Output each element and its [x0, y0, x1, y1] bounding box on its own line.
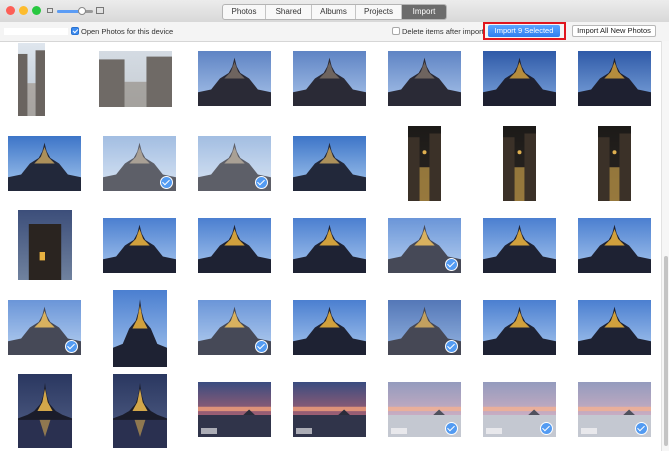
tab-shared[interactable]: Shared: [266, 5, 312, 19]
photo-thumbnail[interactable]: [113, 374, 167, 448]
photo-thumbnail[interactable]: [293, 51, 366, 106]
vertical-scrollbar[interactable]: [661, 41, 669, 451]
photo-thumbnail[interactable]: [578, 218, 651, 273]
close-window-button[interactable]: [6, 6, 15, 15]
delete-after-import-label: Delete items after import: [402, 27, 484, 36]
tab-projects[interactable]: Projects: [356, 5, 402, 19]
selected-checkmark-icon: [65, 340, 78, 353]
photo-thumbnail[interactable]: [578, 382, 651, 437]
device-name: [4, 28, 68, 35]
tab-photos[interactable]: Photos: [223, 5, 266, 19]
photo-thumbnail[interactable]: [503, 126, 536, 201]
photo-thumbnail[interactable]: [99, 51, 172, 107]
photo-thumbnail[interactable]: [18, 43, 45, 116]
zoom-window-button[interactable]: [32, 6, 41, 15]
photo-thumbnail[interactable]: [388, 382, 461, 437]
photo-thumbnail[interactable]: [18, 210, 72, 280]
watermark-icon: [581, 428, 597, 434]
selected-checkmark-icon: [255, 176, 268, 189]
selected-checkmark-icon: [445, 340, 458, 353]
photo-thumbnail[interactable]: [388, 51, 461, 106]
selected-checkmark-icon: [255, 340, 268, 353]
photo-thumbnail[interactable]: [293, 300, 366, 355]
tab-albums[interactable]: Albums: [312, 5, 356, 19]
selected-checkmark-icon: [445, 422, 458, 435]
photo-thumbnail[interactable]: [598, 126, 631, 201]
photo-thumbnail[interactable]: [103, 218, 176, 273]
selected-checkmark-icon: [160, 176, 173, 189]
watermark-icon: [296, 428, 312, 434]
selected-checkmark-icon: [635, 422, 648, 435]
import-selected-button[interactable]: Import 9 Selected: [488, 25, 560, 37]
photo-thumbnail[interactable]: [8, 136, 81, 191]
photo-thumbnail[interactable]: [113, 290, 167, 367]
delete-after-import-checkbox[interactable]: [392, 27, 400, 35]
small-thumbnails-icon: [47, 8, 53, 13]
photo-thumbnail[interactable]: [103, 136, 176, 191]
photo-thumbnail[interactable]: [198, 218, 271, 273]
import-toolbar: Open Photos for this device Delete items…: [0, 22, 669, 42]
photo-thumbnail[interactable]: [578, 51, 651, 106]
import-all-new-button[interactable]: Import All New Photos: [572, 25, 656, 37]
photo-thumbnail[interactable]: [198, 300, 271, 355]
photo-thumbnail[interactable]: [408, 126, 441, 201]
large-thumbnails-icon: [96, 7, 104, 14]
minimize-window-button[interactable]: [19, 6, 28, 15]
title-bar: Photos Shared Albums Projects Import: [0, 0, 669, 23]
slider-knob[interactable]: [78, 7, 87, 15]
thumbnail-size-slider[interactable]: [57, 7, 93, 15]
view-tabs: Photos Shared Albums Projects Import: [222, 4, 447, 20]
open-photos-label: Open Photos for this device: [81, 27, 174, 36]
tab-import[interactable]: Import: [402, 5, 446, 19]
photo-thumbnail[interactable]: [388, 218, 461, 273]
photo-thumbnail[interactable]: [293, 382, 366, 437]
photo-thumbnail[interactable]: [18, 374, 72, 448]
selected-checkmark-icon: [540, 422, 553, 435]
photo-thumbnail[interactable]: [388, 300, 461, 355]
photo-thumbnail[interactable]: [483, 300, 556, 355]
photo-thumbnail[interactable]: [293, 136, 366, 191]
open-photos-checkbox[interactable]: [71, 27, 79, 35]
scrollbar-thumb[interactable]: [664, 256, 668, 446]
photo-grid: [0, 41, 660, 451]
watermark-icon: [201, 428, 217, 434]
watermark-icon: [486, 428, 502, 434]
photo-thumbnail[interactable]: [198, 382, 271, 437]
photo-thumbnail[interactable]: [483, 382, 556, 437]
photo-thumbnail[interactable]: [483, 218, 556, 273]
photo-thumbnail[interactable]: [578, 300, 651, 355]
photo-thumbnail[interactable]: [293, 218, 366, 273]
photo-thumbnail[interactable]: [8, 300, 81, 355]
watermark-icon: [391, 428, 407, 434]
photo-thumbnail[interactable]: [198, 51, 271, 106]
photo-thumbnail[interactable]: [198, 136, 271, 191]
selected-checkmark-icon: [445, 258, 458, 271]
photo-thumbnail[interactable]: [483, 51, 556, 106]
